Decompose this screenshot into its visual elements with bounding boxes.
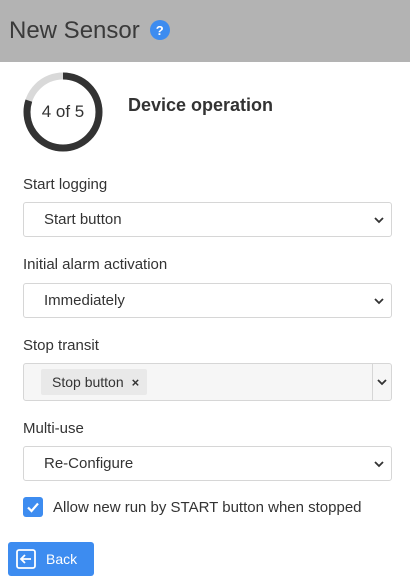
step-title: Device operation bbox=[128, 95, 274, 115]
step-progress-ring: 4 of 5 bbox=[21, 70, 105, 154]
multiselect-toggle[interactable] bbox=[372, 364, 391, 400]
chevron-down-icon bbox=[377, 379, 387, 386]
stop-transit-label: Stop transit bbox=[23, 337, 99, 354]
multi-use-value: Re-Configure bbox=[44, 455, 134, 472]
initial-alarm-select[interactable]: Immediately bbox=[23, 283, 392, 318]
allow-new-run-label: Allow new run by START button when stopp… bbox=[53, 498, 362, 516]
chevron-down-icon bbox=[374, 216, 384, 223]
header-bar: New Sensor ? bbox=[0, 0, 410, 62]
page-title: New Sensor bbox=[9, 17, 140, 44]
multi-use-select[interactable]: Re-Configure bbox=[23, 446, 392, 481]
back-button-label: Back bbox=[46, 551, 78, 567]
allow-new-run-checkbox[interactable] bbox=[23, 497, 43, 517]
stop-transit-multiselect[interactable]: Stop button × bbox=[23, 363, 392, 401]
arrow-left-icon bbox=[16, 549, 36, 569]
start-logging-value: Start button bbox=[44, 211, 122, 228]
tag-remove-icon[interactable]: × bbox=[132, 375, 140, 390]
chevron-down-icon bbox=[374, 460, 384, 467]
step-counter: 4 of 5 bbox=[41, 102, 85, 121]
tag-label: Stop button bbox=[52, 374, 124, 390]
help-icon[interactable]: ? bbox=[149, 20, 170, 40]
chevron-down-icon bbox=[374, 297, 384, 304]
stop-transit-tag: Stop button × bbox=[41, 369, 148, 395]
initial-alarm-value: Immediately bbox=[44, 292, 125, 309]
start-logging-select[interactable]: Start button bbox=[23, 202, 392, 237]
allow-new-run-row: Allow new run by START button when stopp… bbox=[23, 497, 362, 517]
initial-alarm-label: Initial alarm activation bbox=[23, 256, 168, 273]
start-logging-label: Start logging bbox=[23, 176, 108, 193]
back-button[interactable]: Back bbox=[8, 542, 94, 576]
checkmark-icon bbox=[27, 502, 39, 513]
multi-use-label: Multi-use bbox=[23, 420, 84, 437]
